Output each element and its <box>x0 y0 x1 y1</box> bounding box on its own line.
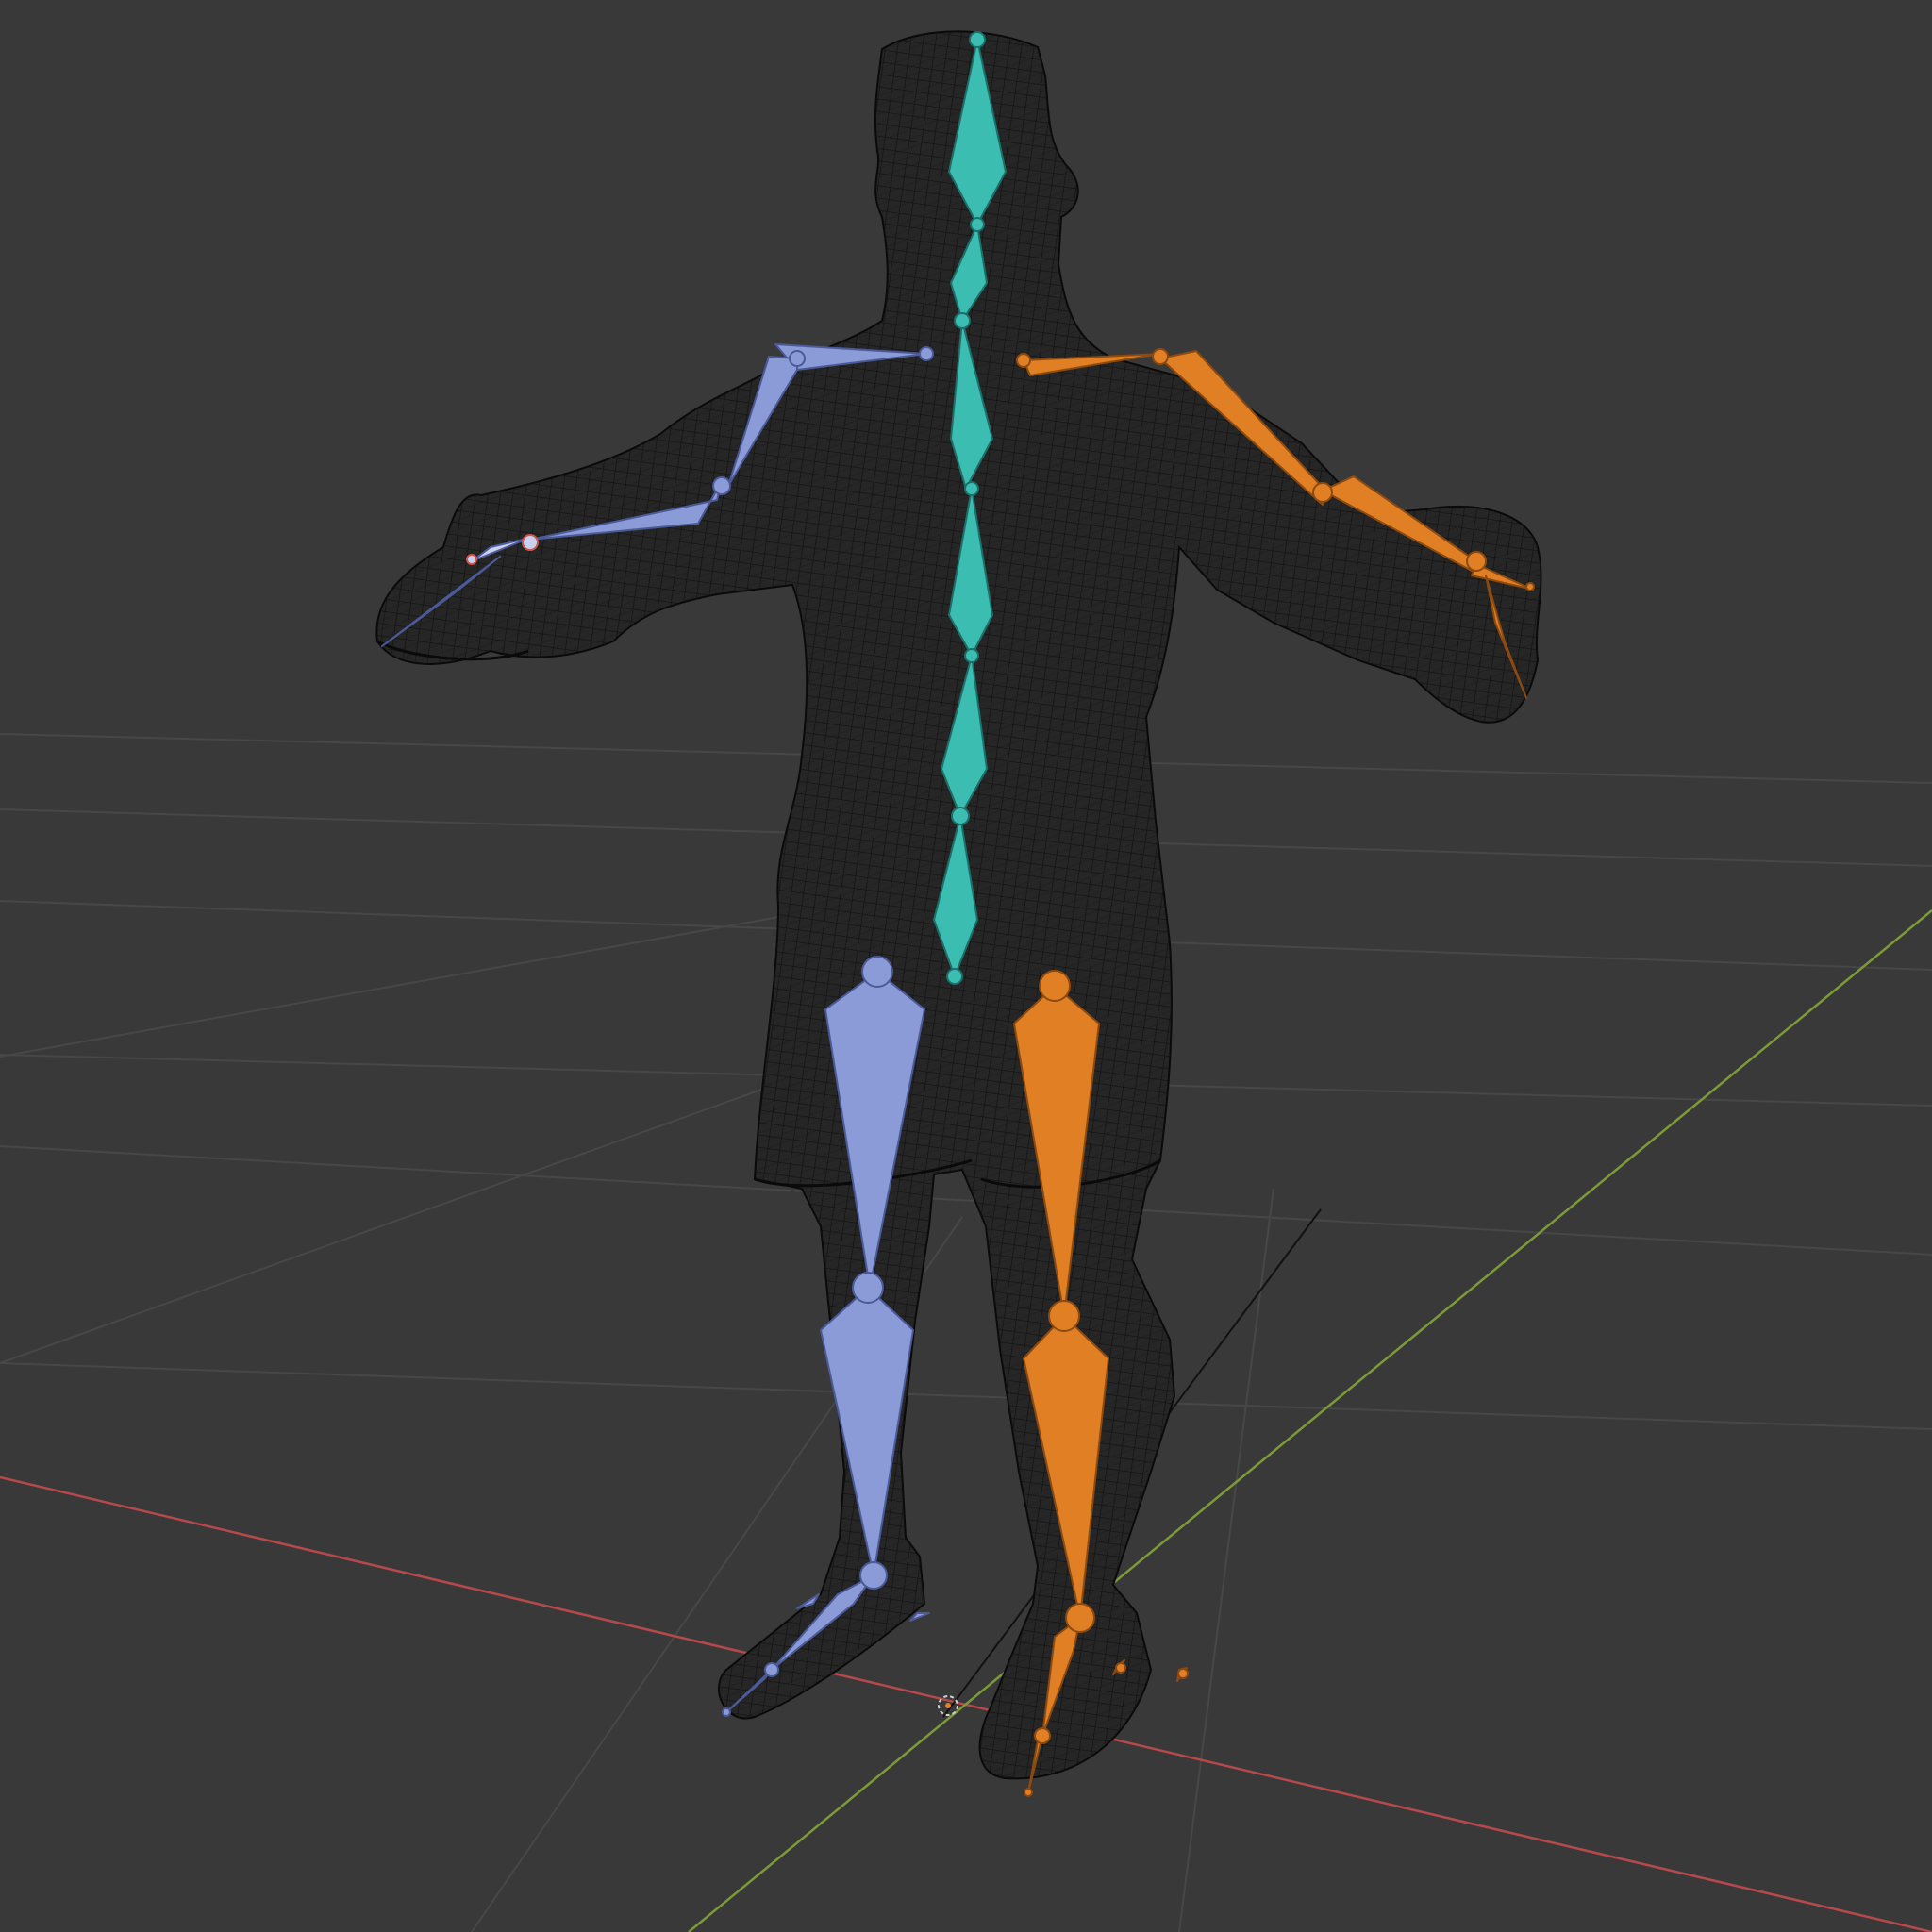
3d-viewport[interactable] <box>0 0 1932 1932</box>
